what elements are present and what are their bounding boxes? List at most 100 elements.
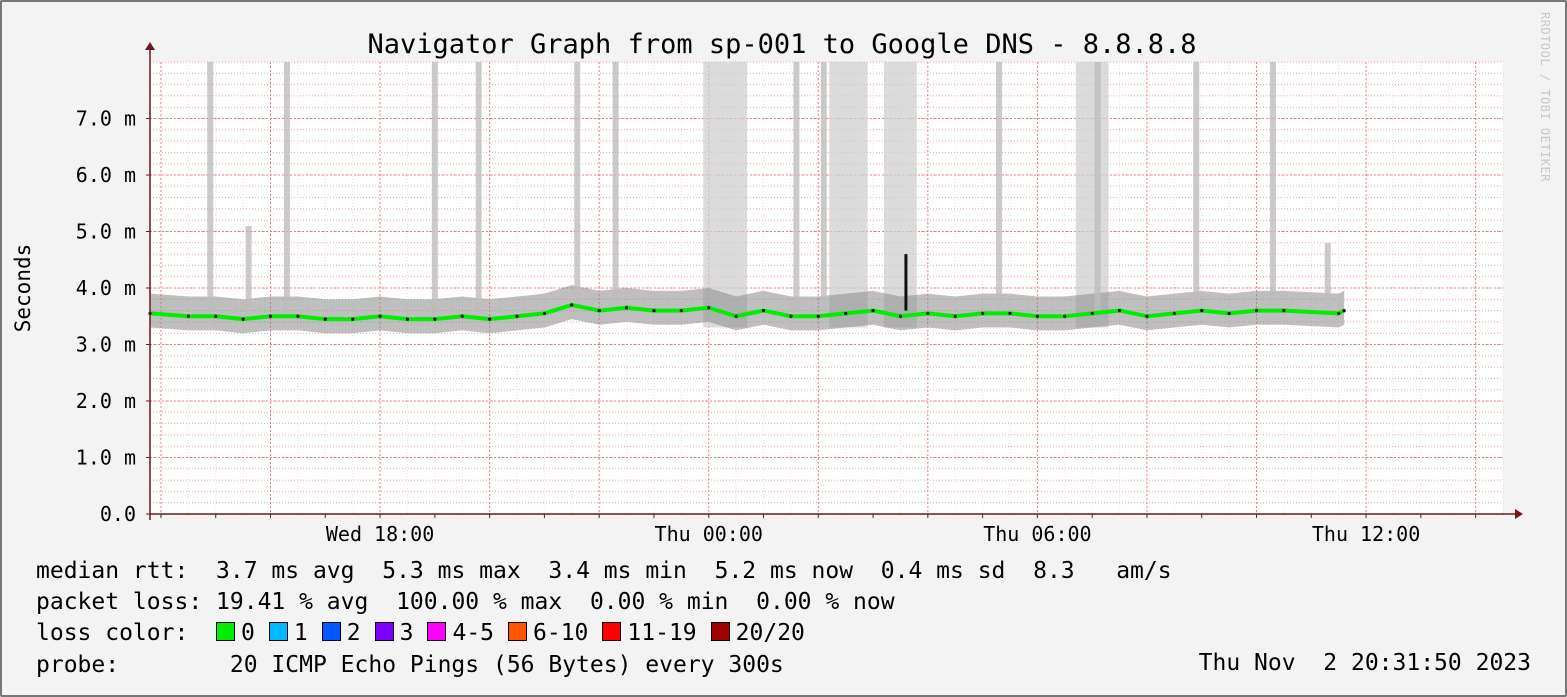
x-tick-label: Thu 12:00 <box>1312 522 1420 546</box>
watermark: RRDTOOL / TOBI OETIKER <box>1538 12 1552 182</box>
loss-color-item: 2 <box>321 620 361 646</box>
probe-date: Thu Nov 2 20:31:50 2023 <box>1198 650 1531 676</box>
smoke-spike <box>1324 242 1331 311</box>
median-point <box>1090 311 1094 316</box>
median-point <box>1035 314 1039 318</box>
median-point <box>268 314 273 318</box>
smoke-spike <box>207 62 214 311</box>
loss-color-item: 6-10 <box>508 620 588 646</box>
median-point <box>241 317 245 321</box>
y-tick-label: 0.0 <box>100 502 136 526</box>
loss-color-swatch <box>374 622 394 641</box>
loss-color-item: 4-5 <box>427 620 494 646</box>
median-point <box>460 314 464 318</box>
median-point <box>1342 309 1346 313</box>
median-point <box>597 309 601 313</box>
median-point <box>1254 309 1259 313</box>
loss-color-label-text: 1 <box>293 620 308 646</box>
median-point <box>871 309 875 313</box>
median-point <box>761 309 766 313</box>
median-point <box>542 311 546 316</box>
smoke-spike <box>793 62 800 311</box>
median-rtt-row: median rtt: 3.7 ms avg 5.3 ms max 3.4 ms… <box>36 556 1172 587</box>
loss-color-swatch <box>427 622 447 641</box>
median-point <box>570 303 574 307</box>
loss-color-label-text: 3 <box>399 620 414 646</box>
median-point <box>351 317 355 321</box>
loss-color-items: 0 1 2 3 4-5 6-10 11-19 20/20 <box>216 620 819 646</box>
smoke-spike <box>574 62 581 311</box>
loss-color-swatch <box>508 622 528 641</box>
smoke-spike <box>283 62 290 311</box>
median-rtt-sd: 0.4 ms sd <box>880 558 1006 584</box>
median-rtt-min: 3.4 ms min <box>548 558 687 584</box>
median-point <box>953 314 957 318</box>
median-rtt-max: 5.3 ms max <box>382 558 521 584</box>
median-rtt-ams: 8.3 <box>1033 558 1075 584</box>
median-point <box>624 306 629 310</box>
y-tick-label: 6.0 m <box>76 163 136 187</box>
smoke-spike <box>1094 62 1101 311</box>
median-point <box>1145 314 1149 318</box>
median-point <box>1227 311 1231 316</box>
smoke-spike <box>1193 62 1200 311</box>
chart: 0.0 1.0 m 2.0 m 3.0 m 4.0 m 5.0 m 6.0 m 7.0 m We… <box>11 12 1552 546</box>
loss-color-item: 1 <box>268 620 308 646</box>
y-tick-label: 2.0 m <box>76 389 136 413</box>
loss-color-item: 11-19 <box>602 620 697 646</box>
smoke-band <box>703 62 748 328</box>
median-point <box>433 317 437 321</box>
loss-color-label-text: 6-10 <box>533 620 589 646</box>
loss-color-swatch <box>710 622 730 641</box>
median-point <box>296 314 300 318</box>
packet-loss-avg: 19.41 % avg <box>216 589 369 615</box>
median-rtt-avg: 3.7 ms avg <box>216 558 355 584</box>
chart-title: Navigator Graph from sp-001 to Google DN… <box>367 29 1196 60</box>
packet-loss-max: 100.00 % max <box>396 589 563 615</box>
y-tick-label: 4.0 m <box>76 276 136 300</box>
packet-loss-now: 0.00 % now <box>756 589 895 615</box>
median-point <box>1172 311 1176 316</box>
median-point <box>214 314 218 318</box>
median-point <box>652 309 656 313</box>
median-point <box>926 311 930 316</box>
smoke-spike <box>820 62 827 311</box>
median-point <box>1063 314 1067 318</box>
smoke-spike <box>612 62 619 311</box>
smoke-band <box>1075 62 1109 328</box>
smoke-spike <box>996 62 1003 311</box>
packet-loss-min: 0.00 % min <box>589 589 729 615</box>
median-rtt-ams-unit: am/s <box>1116 558 1172 584</box>
loss-color-item: 0 <box>216 620 255 646</box>
y-tick-label: 1.0 m <box>76 446 136 470</box>
loss-color-label-text: 2 <box>346 620 361 646</box>
median-rtt-now: 5.2 ms now <box>714 558 854 584</box>
smoke-spike <box>431 62 438 311</box>
median-point <box>981 311 985 316</box>
loss-color-item: 3 <box>374 620 414 646</box>
packet-loss-label: packet loss: <box>36 589 203 615</box>
median-point <box>378 314 382 318</box>
x-tick-label: Wed 18:00 <box>326 522 434 546</box>
x-axis-arrow <box>1515 509 1523 519</box>
median-point <box>789 314 793 318</box>
median-point <box>1200 309 1204 313</box>
y-axis-arrow <box>145 42 155 50</box>
median-point <box>734 314 738 318</box>
y-tick-label: 3.0 m <box>76 333 136 357</box>
loss-color-item: 20/20 <box>710 620 805 646</box>
smoke-spike <box>245 225 252 311</box>
median-point <box>679 309 683 313</box>
median-point <box>515 314 519 318</box>
x-tick-label: Thu 06:00 <box>983 522 1091 546</box>
median-point <box>488 317 492 321</box>
packet-loss-row: packet loss: 19.41 % avg 100.00 % max 0.… <box>36 587 895 618</box>
loss-color-label-text: 0 <box>241 620 255 646</box>
median-point <box>405 317 410 321</box>
loss-color-label-text: 20/20 <box>735 620 805 646</box>
probe-text: 20 ICMP Echo Pings (56 Bytes) every 300s <box>229 652 784 678</box>
loss-color-label-text: 4-5 <box>452 620 495 646</box>
smoke-spike <box>475 62 482 311</box>
x-tick-label: Thu 00:00 <box>655 522 763 546</box>
loss-color-swatch <box>268 622 288 641</box>
